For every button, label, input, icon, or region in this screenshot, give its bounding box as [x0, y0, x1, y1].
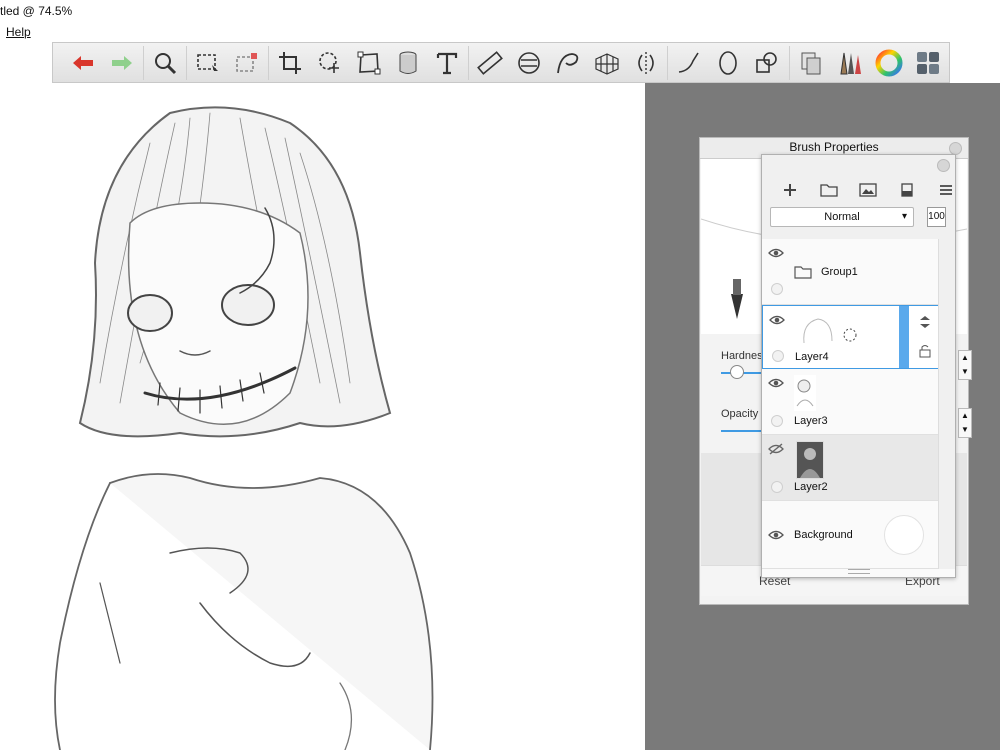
opacity-label: Opacity	[721, 408, 759, 420]
close-icon[interactable]	[937, 159, 950, 172]
folder-icon	[794, 266, 812, 279]
circle-icon[interactable]	[710, 46, 746, 80]
eye-hidden-icon[interactable]	[768, 443, 784, 455]
ruler-icon[interactable]	[472, 46, 508, 80]
french-curve-icon[interactable]	[550, 46, 586, 80]
layer-row-layer3[interactable]: Layer3	[762, 369, 939, 435]
toolbar-divider	[186, 45, 188, 80]
stroke-icon[interactable]	[671, 46, 707, 80]
layer-lock-toggle[interactable]	[772, 350, 784, 362]
opacity-slider-track[interactable]	[721, 430, 761, 432]
layer-opacity-field[interactable]: 100	[927, 207, 946, 227]
add-layer-icon[interactable]	[770, 181, 809, 199]
layer-options-icon[interactable]	[918, 315, 932, 329]
layers-panel: Normal 100 Group1 Layer4 Layer3	[761, 154, 956, 578]
perspective-icon[interactable]	[589, 46, 625, 80]
title-bar: tled @ 74.5%	[0, 0, 1000, 22]
redo-icon[interactable]	[104, 46, 140, 80]
copy-icon[interactable]	[793, 46, 829, 80]
layer-lock-toggle[interactable]	[771, 481, 783, 493]
folder-icon[interactable]	[809, 181, 848, 199]
layer-row-layer4[interactable]: Layer4	[762, 305, 939, 369]
selection-icon[interactable]	[190, 46, 226, 80]
selection-marker-icon	[843, 328, 857, 342]
toolbar-divider	[143, 45, 145, 80]
text-icon[interactable]	[429, 46, 465, 80]
resize-grip-icon[interactable]	[848, 569, 870, 574]
toolbar-divider	[467, 45, 469, 80]
layer-row-group1[interactable]: Group1	[762, 239, 939, 305]
transform-selection-icon[interactable]	[229, 46, 265, 80]
layer-thumbnail	[796, 441, 824, 479]
layers-scrollbar[interactable]	[938, 239, 955, 569]
drawing-canvas[interactable]	[0, 83, 645, 750]
layer-thumbnail	[795, 312, 860, 350]
lasso-icon[interactable]	[311, 46, 347, 80]
layers-header: Normal 100	[762, 155, 955, 240]
layer-name: Background	[794, 529, 853, 541]
eye-icon[interactable]	[768, 529, 784, 541]
background-color-swatch[interactable]	[884, 515, 924, 555]
toolbar-divider	[268, 45, 270, 80]
toolbar-divider	[667, 45, 669, 80]
brush-library-icon[interactable]	[832, 46, 868, 80]
shape-icon[interactable]	[390, 46, 426, 80]
ellipse-guide-icon[interactable]	[511, 46, 547, 80]
sketch-artwork	[54, 106, 434, 750]
menu-icon[interactable]	[926, 181, 965, 199]
layer-opacity-bar[interactable]	[899, 306, 909, 368]
lock-icon[interactable]	[919, 344, 931, 358]
menu-help[interactable]: Help	[6, 25, 31, 39]
shapes-icon[interactable]	[749, 46, 785, 80]
palette-icon[interactable]	[910, 46, 946, 80]
eye-icon[interactable]	[768, 377, 784, 389]
layer-name: Layer4	[795, 351, 829, 363]
zoom-icon[interactable]	[147, 46, 183, 80]
crop-icon[interactable]	[272, 46, 308, 80]
undo-icon[interactable]	[65, 46, 101, 80]
layer-lock-toggle[interactable]	[771, 283, 783, 295]
main-toolbar	[52, 42, 950, 83]
blend-mode-dropdown[interactable]: Normal	[770, 207, 914, 227]
eye-icon[interactable]	[768, 247, 784, 259]
eye-icon[interactable]	[769, 314, 785, 326]
toolbar-divider	[788, 45, 790, 80]
menu-bar: Help	[0, 22, 1000, 42]
layer-lock-toggle[interactable]	[771, 415, 783, 427]
layer-thumbnail	[794, 375, 816, 411]
distort-icon[interactable]	[351, 46, 387, 80]
color-wheel-icon[interactable]	[871, 46, 907, 80]
hardness-spinner[interactable]: ▲ ▼	[958, 350, 972, 380]
hardness-label: Hardnes	[721, 350, 763, 362]
layer-name: Layer3	[794, 415, 828, 427]
window-title: tled @ 74.5%	[0, 4, 73, 18]
layer-row-background[interactable]: Background	[762, 501, 939, 569]
symmetry-icon[interactable]	[628, 46, 664, 80]
opacity-spinner[interactable]: ▲ ▼	[958, 408, 972, 438]
layer-name: Group1	[821, 266, 858, 278]
layer-name: Layer2	[794, 481, 828, 493]
layer-row-layer2[interactable]: Layer2	[762, 435, 939, 501]
image-icon[interactable]	[848, 181, 887, 199]
fill-layer-icon[interactable]	[887, 181, 926, 199]
hardness-slider-thumb[interactable]	[730, 365, 744, 379]
